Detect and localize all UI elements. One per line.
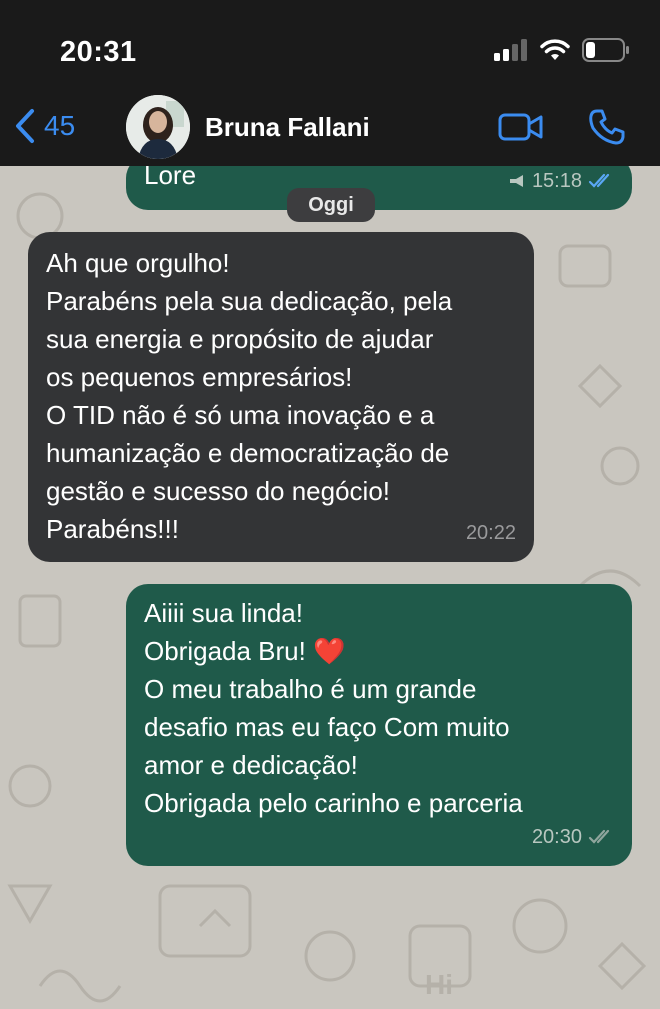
message-text: Aiiii sua linda! Obrigada Bru! ❤️ O meu … (144, 598, 523, 818)
signal-icon (494, 39, 527, 61)
wifi-icon (540, 39, 570, 60)
video-call-icon[interactable] (498, 111, 544, 143)
status-icons (494, 38, 630, 62)
wallpaper-doodle-text: Hi (425, 969, 453, 1000)
battery-icon (582, 38, 629, 62)
unread-count: 45 (44, 110, 76, 141)
message-bubble-outgoing[interactable]: Lore 15:18 (126, 166, 632, 210)
message-text: Ah que orgulho! Parabéns pela sua dedica… (46, 248, 453, 544)
chat-header: 45 Bruna Fallani (0, 88, 660, 166)
contact-name[interactable]: Bruna Fallani (205, 112, 370, 143)
message-bubble-outgoing[interactable]: Aiiii sua linda! Obrigada Bru! ❤️ O meu … (126, 584, 632, 866)
date-separator: Oggi (287, 188, 375, 222)
read-receipt-icon (588, 173, 610, 188)
megaphone-icon (509, 175, 523, 187)
back-chevron-icon (16, 109, 34, 143)
back-button[interactable]: 45 (14, 108, 75, 144)
status-bar: 20:31 (0, 0, 660, 88)
message-text: Lore (144, 166, 197, 190)
phone-icon[interactable] (588, 108, 626, 146)
message-time: 20:22 (465, 522, 516, 544)
chat-area[interactable]: Hi Lore 15:18 Oggi Ah que orgulho! Parab… (0, 166, 660, 1009)
message-bubble-incoming[interactable]: Ah que orgulho! Parabéns pela sua dedica… (28, 232, 534, 562)
status-time: 20:31 (60, 36, 137, 68)
read-receipt-icon (588, 829, 610, 844)
message-time: 20:30 (531, 826, 582, 848)
message-time: 15:18 (531, 170, 582, 192)
avatar[interactable] (126, 95, 190, 159)
